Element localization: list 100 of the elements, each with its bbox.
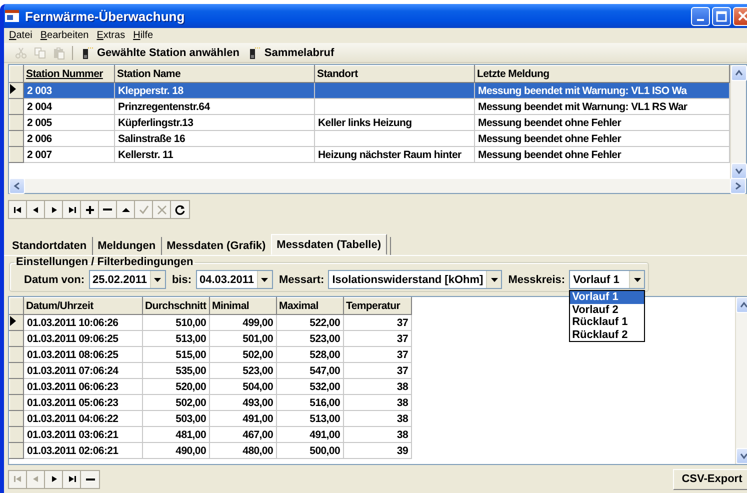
column-header[interactable]: Standort xyxy=(314,66,474,82)
table-cell: 01.03.2011 08:06:25 xyxy=(24,346,142,362)
close-icon xyxy=(738,11,747,21)
csv-export-button[interactable]: CSV-Export xyxy=(673,468,747,490)
table-cell: 01.03.2011 06:06:23 xyxy=(24,378,142,394)
tab[interactable]: Standortdaten xyxy=(7,237,93,255)
table-cell: 38 xyxy=(344,394,412,410)
column-header[interactable]: Datum/Uhrzeit xyxy=(24,298,142,314)
minus-icon xyxy=(103,208,112,211)
table-row[interactable]: 2 006 Salinstraße 16 Messung beendet ohne Fehler xyxy=(10,130,730,146)
table-cell: 491,00 xyxy=(210,410,276,426)
table-cell: 37 xyxy=(344,330,412,346)
refresh-icon xyxy=(173,202,187,216)
field-label: Datum von: xyxy=(24,274,84,286)
current-row-icon xyxy=(10,316,16,326)
column-header[interactable]: Minimal xyxy=(210,298,276,314)
table-cell: 510,00 xyxy=(142,314,210,330)
table-row[interactable]: 2 005 Küpferlingstr.13 Keller links Heizung Messung beendet ohne Fehler xyxy=(10,114,730,130)
caret-icon xyxy=(261,278,268,282)
field-label: bis: xyxy=(172,274,192,286)
dropdown-field[interactable]: 04.03.2011 xyxy=(196,270,273,289)
table-cell: 37 xyxy=(344,314,412,330)
table-cell: 490,00 xyxy=(142,442,210,458)
dropdown-option[interactable]: Rücklauf 2 xyxy=(570,328,644,341)
caret-icon xyxy=(154,278,162,282)
menu-item[interactable]: Extras xyxy=(92,30,130,41)
device-icon xyxy=(249,46,262,60)
toolbar-button[interactable]: Gewählte Station anwählen xyxy=(78,44,244,61)
tab[interactable]: Meldungen xyxy=(92,237,162,255)
table-cell: 2 005 xyxy=(24,114,114,130)
table-cell: Messung beendet mit Warnung: VL1 RS War xyxy=(474,98,730,114)
menu-item[interactable]: Datei xyxy=(5,30,36,41)
table-row[interactable]: 2 004 Prinzregentenstr.64 Messung beendet mit Warnung: VL1 RS War xyxy=(10,98,730,114)
table-cell: 502,00 xyxy=(142,394,210,410)
dropdown-option[interactable]: Vorlauf 1 xyxy=(570,291,644,304)
table-cell: 500,00 xyxy=(276,442,344,458)
maximize-button[interactable] xyxy=(712,6,731,26)
checkmark-icon xyxy=(136,202,150,216)
table-cell: 38 xyxy=(344,426,412,442)
table-cell: 2 003 xyxy=(24,82,114,98)
table-cell: Messung beendet mit Warnung: VL1 ISO Wa xyxy=(474,82,730,98)
paste-icon xyxy=(52,46,66,60)
minus-icon xyxy=(86,478,94,480)
table-cell: Prinzregentenstr.64 xyxy=(114,98,314,114)
dropdown-field[interactable]: 25.02.2011 xyxy=(88,270,166,289)
dropdown-field[interactable]: Isolationswiderstand [kOhm] xyxy=(328,270,502,289)
table-cell: 516,00 xyxy=(276,394,344,410)
table-cell: 37 xyxy=(344,362,412,378)
horizontal-scrollbar[interactable] xyxy=(9,179,746,193)
table-cell: 547,00 xyxy=(276,362,344,378)
vertical-scrollbar[interactable] xyxy=(735,297,747,464)
column-header[interactable]: Maximal xyxy=(276,298,344,314)
table-cell: 491,00 xyxy=(276,426,344,442)
table-cell: 499,00 xyxy=(210,314,276,330)
table-cell: 481,00 xyxy=(142,426,210,442)
table-cell: 523,00 xyxy=(276,330,344,346)
dropdown-option[interactable]: Vorlauf 2 xyxy=(570,304,644,316)
table-cell: 502,00 xyxy=(210,346,276,362)
table-cell: 01.03.2011 07:06:24 xyxy=(24,362,142,378)
table-cell: 503,00 xyxy=(142,410,210,426)
app-window-icon xyxy=(4,9,20,23)
column-header[interactable]: Durchschnitt xyxy=(142,298,210,314)
dropdown-option[interactable]: Rücklauf 1 xyxy=(570,316,644,328)
table-row[interactable]: 2 003 Klepperstr. 18 Messung beendet mit Warnung: VL1 ISO Wa xyxy=(10,82,730,98)
toolbar-button[interactable]: Sammelabruf xyxy=(245,44,338,61)
table-cell: 528,00 xyxy=(276,346,344,362)
table-cell: 523,00 xyxy=(210,362,276,378)
maximize-icon xyxy=(716,10,727,22)
table-cell: 01.03.2011 02:06:21 xyxy=(24,442,142,458)
table-cell: 513,00 xyxy=(276,410,344,426)
table-cell: 493,00 xyxy=(210,394,276,410)
table-cell: Messung beendet ohne Fehler xyxy=(474,114,730,130)
current-row-icon xyxy=(10,84,16,94)
menu-item[interactable]: Bearbeiten xyxy=(36,30,93,41)
menu-item[interactable]: Hilfe xyxy=(129,30,158,41)
table-cell: 2 004 xyxy=(24,98,114,114)
column-header[interactable]: Letzte Meldung xyxy=(474,66,730,82)
table-cell: 504,00 xyxy=(210,378,276,394)
table-cell: 01.03.2011 03:06:21 xyxy=(24,426,142,442)
tab[interactable]: Messdaten (Tabelle) xyxy=(270,234,387,255)
copy-icon xyxy=(32,46,46,60)
minimize-button[interactable] xyxy=(691,6,710,26)
vertical-scrollbar[interactable] xyxy=(730,65,746,179)
table-cell: 2 007 xyxy=(24,146,114,162)
table-row[interactable]: 2 007 Kellerstr. 11 Heizung nächster Raum hinter Messung beendet ohne Fehler xyxy=(10,146,730,162)
table-cell: Salinstraße 16 xyxy=(114,130,314,146)
column-header[interactable]: Temperatur xyxy=(344,298,412,314)
table-cell: 467,00 xyxy=(210,426,276,442)
table-cell: 520,00 xyxy=(142,378,210,394)
table-cell: Keller links Heizung xyxy=(314,114,474,130)
close-button[interactable] xyxy=(733,6,747,26)
table-cell: Kellerstr. 11 xyxy=(114,146,314,162)
window-title: Fernwärme-Überwachung xyxy=(25,8,186,24)
table-cell: Messung beendet ohne Fehler xyxy=(474,130,730,146)
row-indicator xyxy=(10,114,24,130)
table-cell: 480,00 xyxy=(210,442,276,458)
column-header[interactable]: Station Name xyxy=(114,66,314,82)
field-label: Messart: xyxy=(278,274,324,286)
column-header[interactable]: Station Nummer xyxy=(24,66,114,82)
table-cell: Messung beendet ohne Fehler xyxy=(474,146,730,162)
